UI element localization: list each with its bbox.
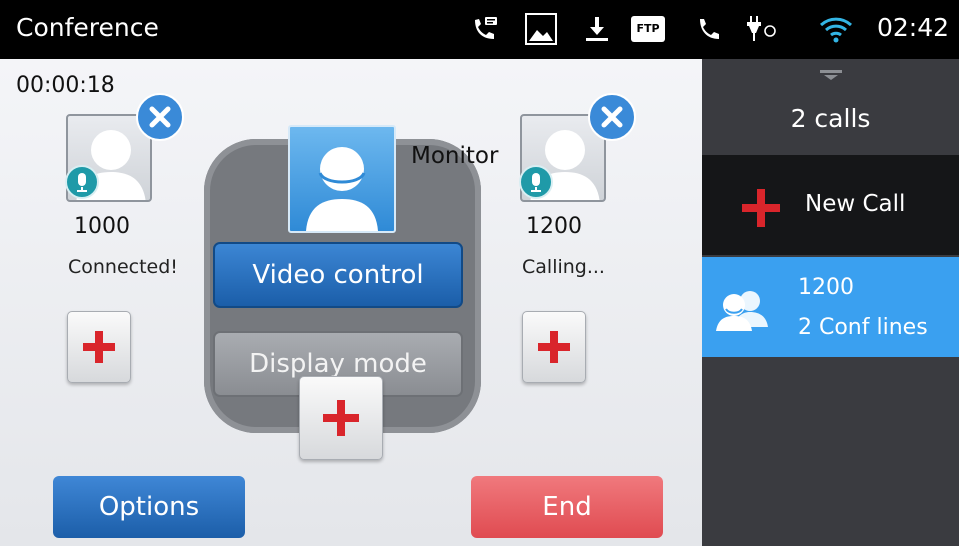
remove-party-button[interactable] bbox=[136, 93, 184, 141]
ftp-icon-label: FTP bbox=[636, 22, 660, 35]
end-call-button[interactable]: End bbox=[471, 476, 663, 538]
image-icon bbox=[525, 13, 557, 45]
app-title: Conference bbox=[16, 13, 159, 42]
download-icon bbox=[586, 17, 608, 41]
close-icon bbox=[149, 106, 171, 128]
party-status: Calling... bbox=[522, 256, 605, 278]
video-control-button[interactable]: Video control bbox=[213, 242, 463, 308]
conference-area: 00:00:18 1000 Connected! 1200 Calling...… bbox=[0, 59, 702, 546]
party-number: 1000 bbox=[74, 214, 130, 239]
active-call-item[interactable]: 1200 2 Conf lines bbox=[702, 257, 959, 357]
voicemail-phone-icon bbox=[475, 17, 497, 39]
add-party-button[interactable] bbox=[522, 311, 586, 383]
party-status: Connected! bbox=[68, 256, 178, 278]
clock: 02:42 bbox=[876, 13, 949, 42]
mic-icon bbox=[519, 165, 553, 199]
plus-icon bbox=[323, 400, 359, 436]
active-call-lines: 2 Conf lines bbox=[798, 315, 928, 340]
ftp-icon: FTP bbox=[631, 16, 665, 42]
conference-group-icon bbox=[716, 291, 768, 331]
calls-sidebar: 2 calls New Call 1200 2 Conf lines bbox=[702, 59, 959, 546]
host-avatar bbox=[288, 125, 396, 233]
add-party-button[interactable] bbox=[67, 311, 131, 383]
options-button[interactable]: Options bbox=[53, 476, 245, 538]
plus-icon bbox=[83, 331, 115, 363]
usb-power-icon bbox=[747, 16, 776, 41]
person-icon bbox=[306, 147, 378, 231]
remove-party-button[interactable] bbox=[588, 93, 636, 141]
active-call-number: 1200 bbox=[798, 275, 854, 300]
host-label: Monitor bbox=[411, 143, 499, 169]
new-call-button[interactable]: New Call bbox=[702, 155, 959, 255]
wifi-icon bbox=[819, 17, 853, 43]
plus-icon bbox=[538, 331, 570, 363]
drag-handle-icon[interactable] bbox=[820, 69, 842, 81]
status-bar: Conference FTP 02:42 bbox=[0, 0, 959, 59]
phone-icon bbox=[700, 19, 719, 39]
mic-icon bbox=[65, 165, 99, 199]
close-icon bbox=[601, 106, 623, 128]
party-number: 1200 bbox=[526, 214, 582, 239]
call-timer: 00:00:18 bbox=[16, 73, 115, 98]
add-party-button[interactable] bbox=[299, 376, 383, 460]
new-call-label: New Call bbox=[805, 191, 906, 217]
calls-count: 2 calls bbox=[790, 104, 871, 133]
plus-icon bbox=[742, 189, 780, 227]
